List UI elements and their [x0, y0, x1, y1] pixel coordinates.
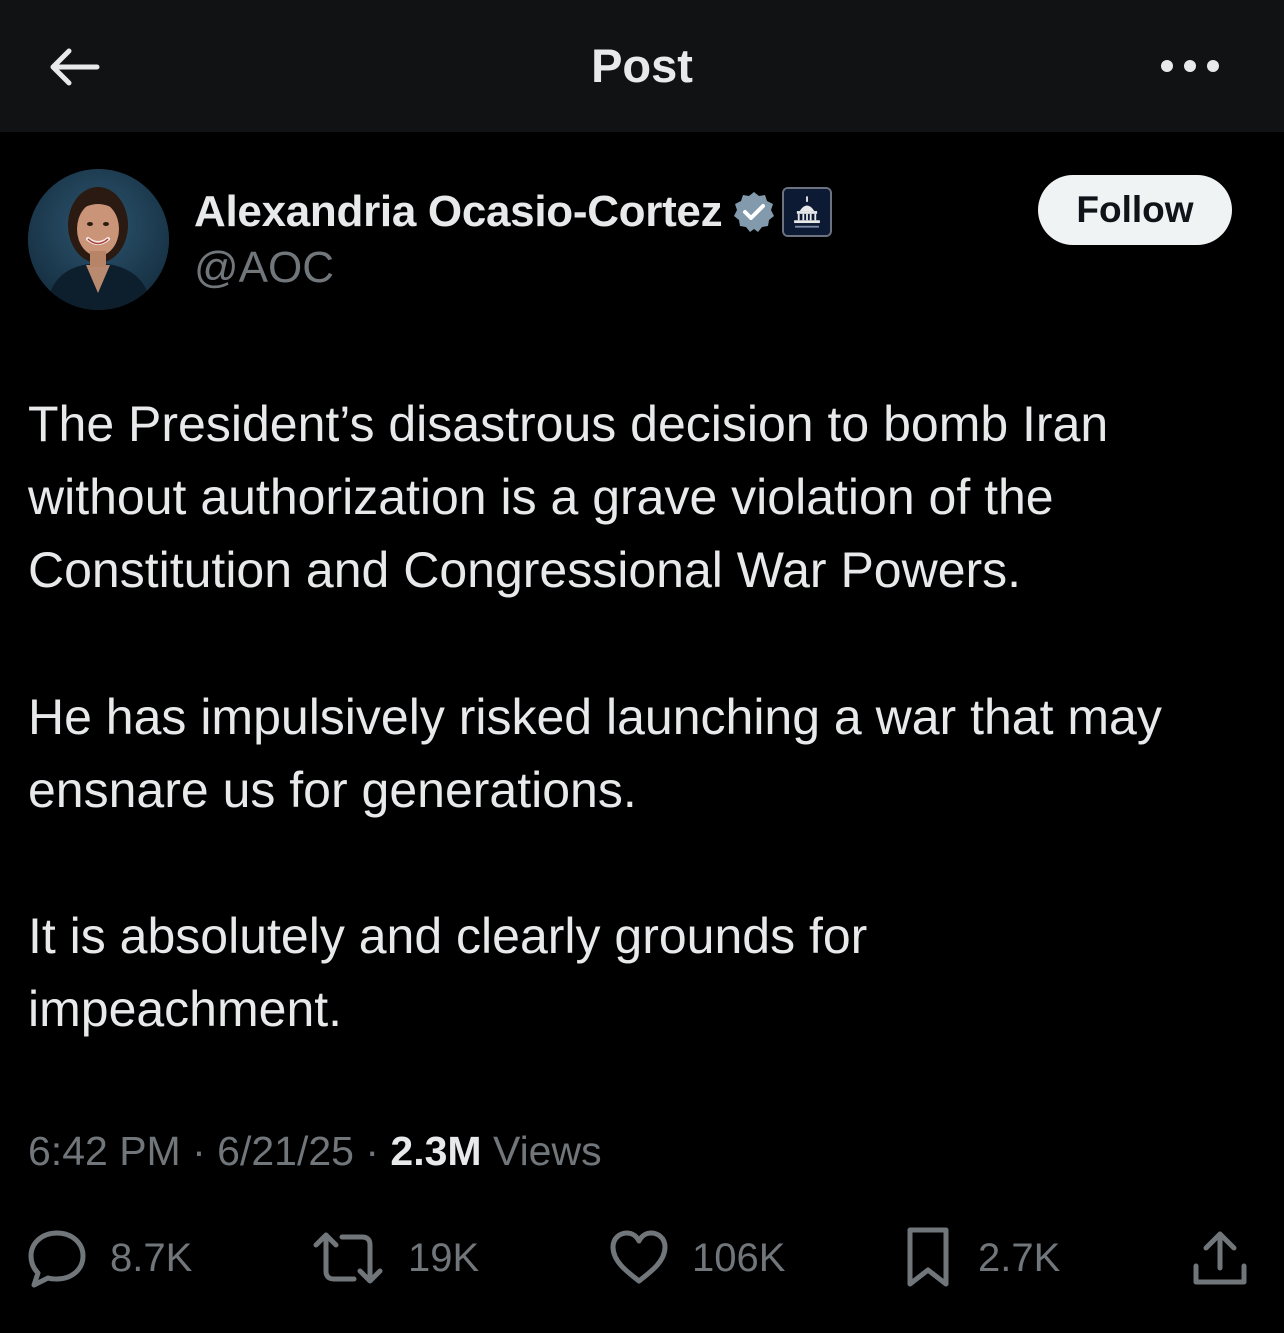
bookmark-icon: [907, 1227, 949, 1287]
post-paragraph: The President’s disastrous decision to b…: [28, 388, 1268, 607]
post-text-line: ensnare us for generations.: [28, 762, 637, 818]
more-horizontal-icon: [1161, 60, 1219, 72]
profile-photo: [28, 169, 169, 310]
repost-count: 19K: [408, 1235, 480, 1280]
reply-count: 8.7K: [110, 1235, 193, 1280]
post-time[interactable]: 6:42 PM: [28, 1128, 181, 1174]
page-title: Post: [591, 39, 693, 92]
bookmark-count: 2.7K: [978, 1235, 1061, 1280]
avatar[interactable]: [28, 169, 169, 310]
reply-button[interactable]: 8.7K: [26, 1220, 192, 1296]
top-bar: Post: [0, 0, 1284, 132]
repost-icon: [313, 1232, 383, 1284]
like-button[interactable]: 106K: [608, 1220, 785, 1296]
views-label[interactable]: Views: [493, 1128, 602, 1174]
meta-separator: ·: [192, 1128, 218, 1174]
post-text-line: He has impulsively risked launching a wa…: [28, 689, 1162, 745]
repost-button[interactable]: 19K: [310, 1220, 479, 1296]
author-display-name[interactable]: Alexandria Ocasio-Cortez: [194, 187, 723, 237]
capitol-affiliation-badge-icon[interactable]: [782, 187, 833, 237]
reply-icon: [28, 1230, 86, 1288]
post-text-line: It is absolutely and clearly grounds for: [28, 908, 868, 964]
post-paragraph: He has impulsively risked launching a wa…: [28, 681, 1268, 827]
post-text-line: without authorization is a grave violati…: [28, 469, 1054, 525]
more-options-button[interactable]: [1150, 44, 1230, 88]
post-date[interactable]: 6/21/25: [217, 1128, 354, 1174]
post-meta: 6:42 PM · 6/21/25 · 2.3M Views: [28, 1128, 602, 1175]
share-icon: [1193, 1231, 1247, 1285]
post-paragraph: It is absolutely and clearly grounds for…: [28, 900, 1268, 1046]
heart-icon: [610, 1230, 668, 1284]
like-count: 106K: [692, 1235, 786, 1280]
verified-badge-icon[interactable]: [732, 190, 776, 234]
author-name-row: Alexandria Ocasio-Cortez: [194, 184, 833, 240]
views-count[interactable]: 2.3M: [390, 1128, 481, 1174]
meta-separator: ·: [365, 1128, 391, 1174]
arrow-left-icon: [50, 48, 100, 86]
post-text-line: impeachment.: [28, 981, 343, 1037]
post-text-line: Constitution and Congressional War Power…: [28, 542, 1022, 598]
post-text-line: The President’s disastrous decision to b…: [28, 396, 1109, 452]
author-handle[interactable]: @AOC: [194, 243, 334, 293]
share-button[interactable]: [1188, 1220, 1252, 1296]
back-button[interactable]: [40, 36, 106, 98]
follow-button[interactable]: Follow: [1038, 175, 1232, 245]
bookmark-button[interactable]: 2.7K: [900, 1220, 1060, 1296]
